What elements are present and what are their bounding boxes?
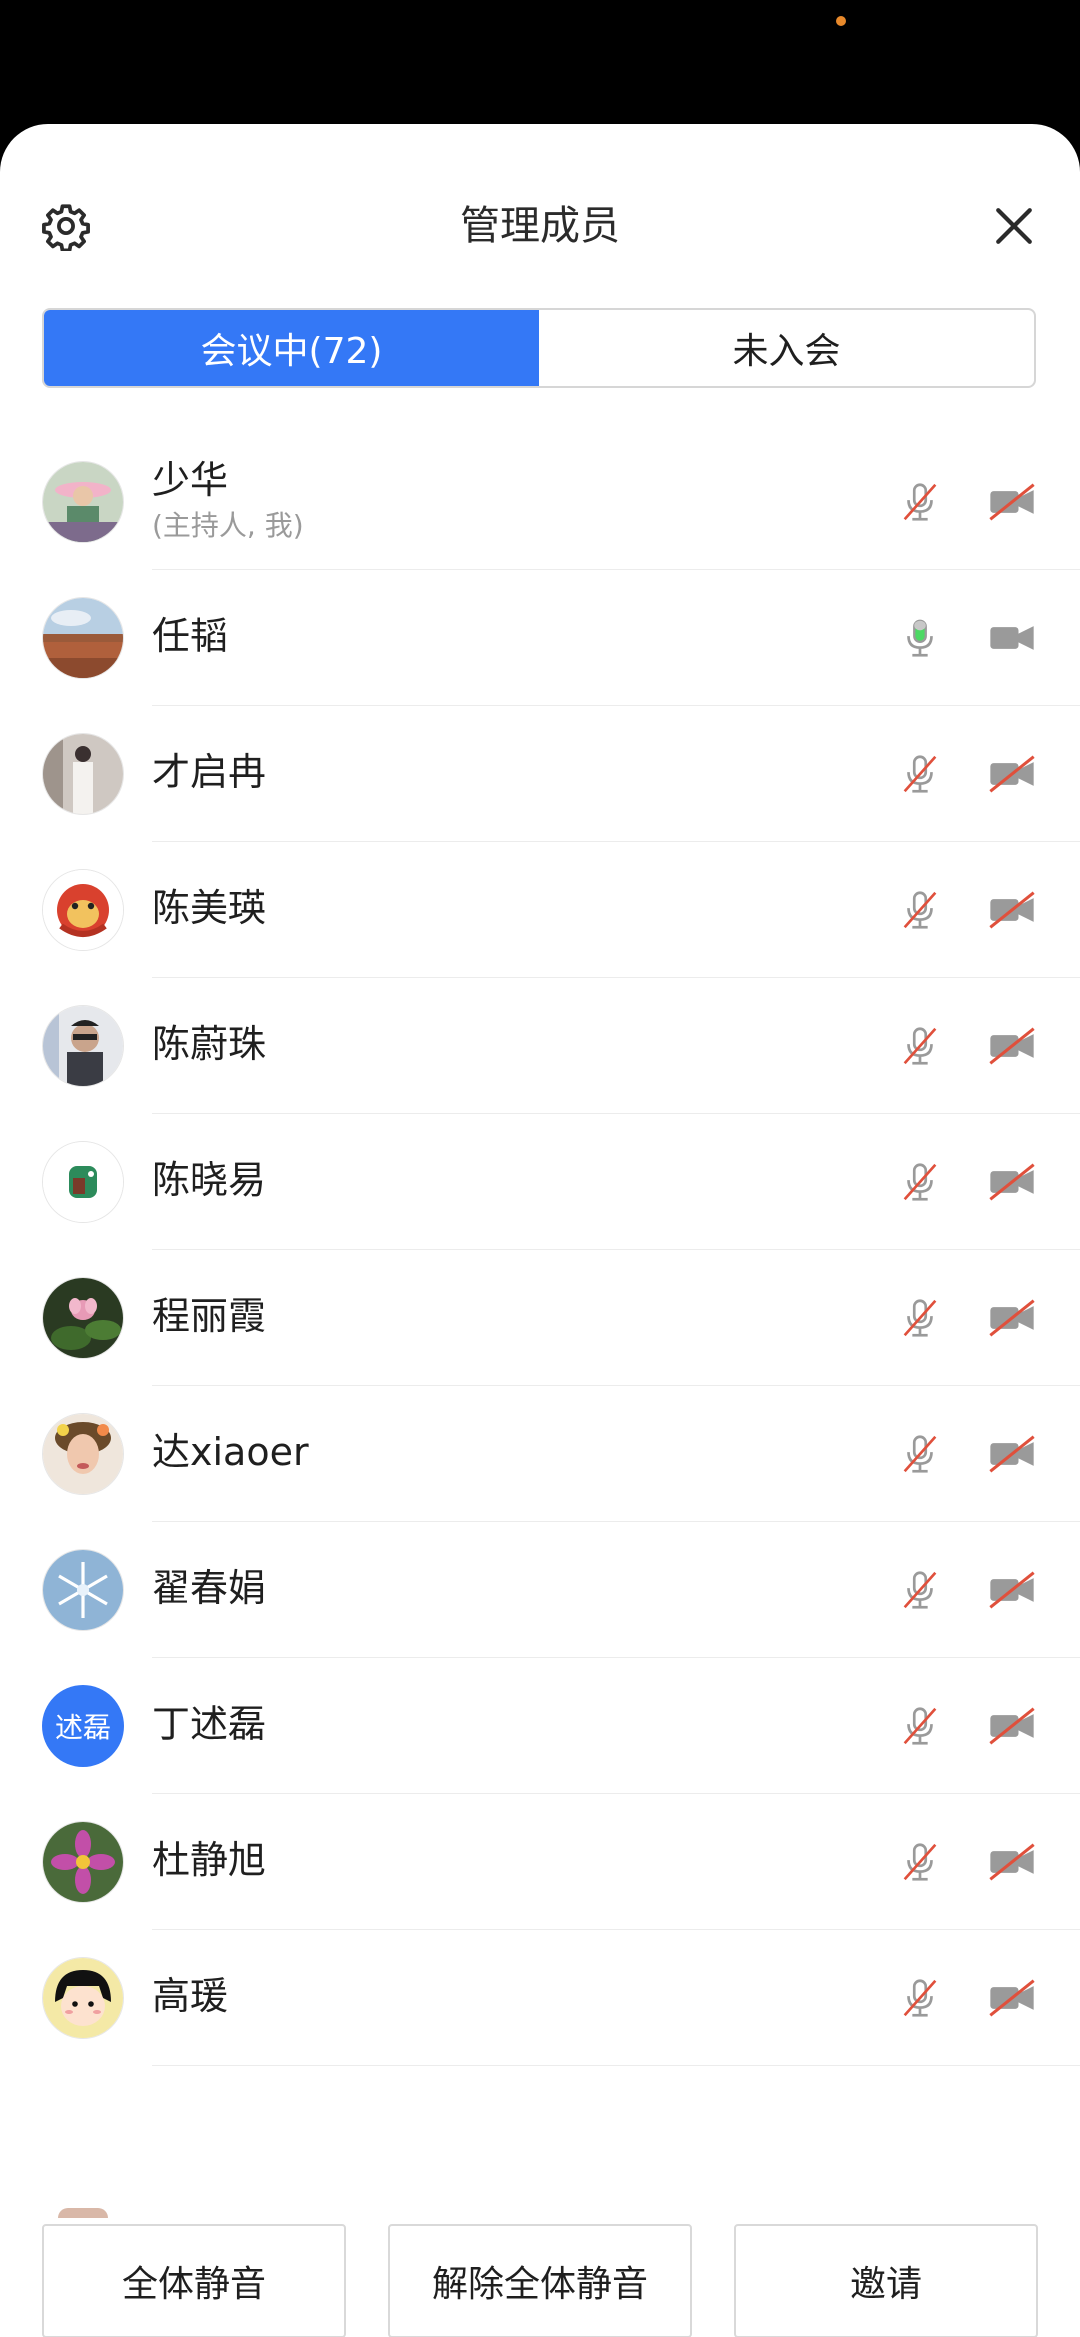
- mic-muted-icon[interactable]: [890, 1424, 950, 1484]
- tab-in-meeting[interactable]: 会议中(72): [44, 310, 539, 386]
- mic-muted-icon[interactable]: [890, 1288, 950, 1348]
- avatar: [42, 1141, 124, 1223]
- mic-muted-icon[interactable]: [890, 880, 950, 940]
- avatar: 述磊: [42, 1685, 124, 1767]
- mic-muted-icon[interactable]: [890, 1560, 950, 1620]
- invite-button[interactable]: 邀请: [734, 2224, 1038, 2337]
- avatar: [42, 1413, 124, 1495]
- manage-members-sheet: 管理成员 会议中(72) 未入会 少华 (主持人, 我) 任韬才启冉陈美瑛陈蔚珠陈晓…: [0, 124, 1080, 2337]
- member-name: 陈美瑛: [152, 886, 267, 930]
- camera-off-icon[interactable]: [982, 1152, 1042, 1212]
- avatar: [42, 1957, 124, 2039]
- member-row[interactable]: 杜静旭: [0, 1794, 1080, 1930]
- camera-off-icon[interactable]: [982, 1560, 1042, 1620]
- member-row[interactable]: 才启冉: [0, 706, 1080, 842]
- member-row[interactable]: 陈晓易: [0, 1114, 1080, 1250]
- page-title: 管理成员: [460, 203, 620, 249]
- mic-muted-icon[interactable]: [890, 1832, 950, 1892]
- member-row[interactable]: 陈美瑛: [0, 842, 1080, 978]
- camera-off-icon[interactable]: [982, 1968, 1042, 2028]
- member-row[interactable]: 陈蔚珠: [0, 978, 1080, 1114]
- member-name: 高瑗: [152, 1974, 229, 2018]
- mic-icon[interactable]: [890, 608, 950, 668]
- mic-muted-icon[interactable]: [890, 744, 950, 804]
- unmute-all-button[interactable]: 解除全体静音: [388, 2224, 692, 2337]
- bottom-action-bar: 全体静音 解除全体静音 邀请: [0, 2224, 1080, 2337]
- member-name: 任韬: [152, 614, 229, 658]
- member-row[interactable]: 达xiaoer: [0, 1386, 1080, 1522]
- mic-muted-icon[interactable]: [890, 1016, 950, 1076]
- member-name: 陈晓易: [152, 1158, 267, 1202]
- camera-off-icon[interactable]: [982, 472, 1042, 532]
- mic-muted-icon[interactable]: [890, 1696, 950, 1756]
- avatar: [58, 2208, 108, 2218]
- member-name: 程丽霞: [152, 1294, 267, 1338]
- mic-muted-icon[interactable]: [890, 1152, 950, 1212]
- camera-off-icon[interactable]: [982, 1288, 1042, 1348]
- member-row[interactable]: 任韬: [0, 570, 1080, 706]
- camera-off-icon[interactable]: [982, 744, 1042, 804]
- avatar: [42, 869, 124, 951]
- avatar: [42, 1821, 124, 1903]
- camera-indicator-dot: [836, 16, 846, 26]
- avatar: [42, 1277, 124, 1359]
- mic-muted-icon[interactable]: [890, 1968, 950, 2028]
- camera-icon[interactable]: [982, 608, 1042, 668]
- member-list: 少华 (主持人, 我) 任韬才启冉陈美瑛陈蔚珠陈晓易程丽霞达xiaoer 翟春娟述磊丁…: [0, 434, 1080, 2066]
- member-row[interactable]: 翟春娟: [0, 1522, 1080, 1658]
- close-icon: [996, 208, 1032, 244]
- camera-off-icon[interactable]: [982, 1424, 1042, 1484]
- member-name: 少华: [152, 458, 229, 502]
- mute-all-button[interactable]: 全体静音: [42, 2224, 346, 2337]
- avatar: [42, 461, 124, 543]
- close-button[interactable]: [984, 196, 1044, 256]
- member-name: 陈蔚珠: [152, 1022, 267, 1066]
- member-row[interactable]: 述磊 丁述磊: [0, 1658, 1080, 1794]
- camera-off-icon[interactable]: [982, 880, 1042, 940]
- avatar: [42, 1005, 124, 1087]
- member-name: 达xiaoer: [152, 1430, 309, 1474]
- camera-off-icon[interactable]: [982, 1696, 1042, 1756]
- member-name: 翟春娟: [152, 1566, 267, 1610]
- camera-off-icon[interactable]: [982, 1016, 1042, 1076]
- mic-muted-icon[interactable]: [890, 472, 950, 532]
- member-name: 丁述磊: [152, 1702, 267, 1746]
- avatar: [42, 1549, 124, 1631]
- member-name: 才启冉: [152, 750, 267, 794]
- sheet-header: 管理成员: [0, 124, 1080, 284]
- member-tabs: 会议中(72) 未入会: [42, 308, 1036, 388]
- member-row[interactable]: 少华 (主持人, 我): [0, 434, 1080, 570]
- avatar: [42, 733, 124, 815]
- member-row[interactable]: 高瑗: [0, 1930, 1080, 2066]
- camera-off-icon[interactable]: [982, 1832, 1042, 1892]
- member-row[interactable]: 程丽霞: [0, 1250, 1080, 1386]
- member-role: (主持人, 我): [152, 509, 304, 542]
- tab-not-joined[interactable]: 未入会: [539, 310, 1034, 386]
- avatar: [42, 597, 124, 679]
- member-name: 杜静旭: [152, 1838, 267, 1882]
